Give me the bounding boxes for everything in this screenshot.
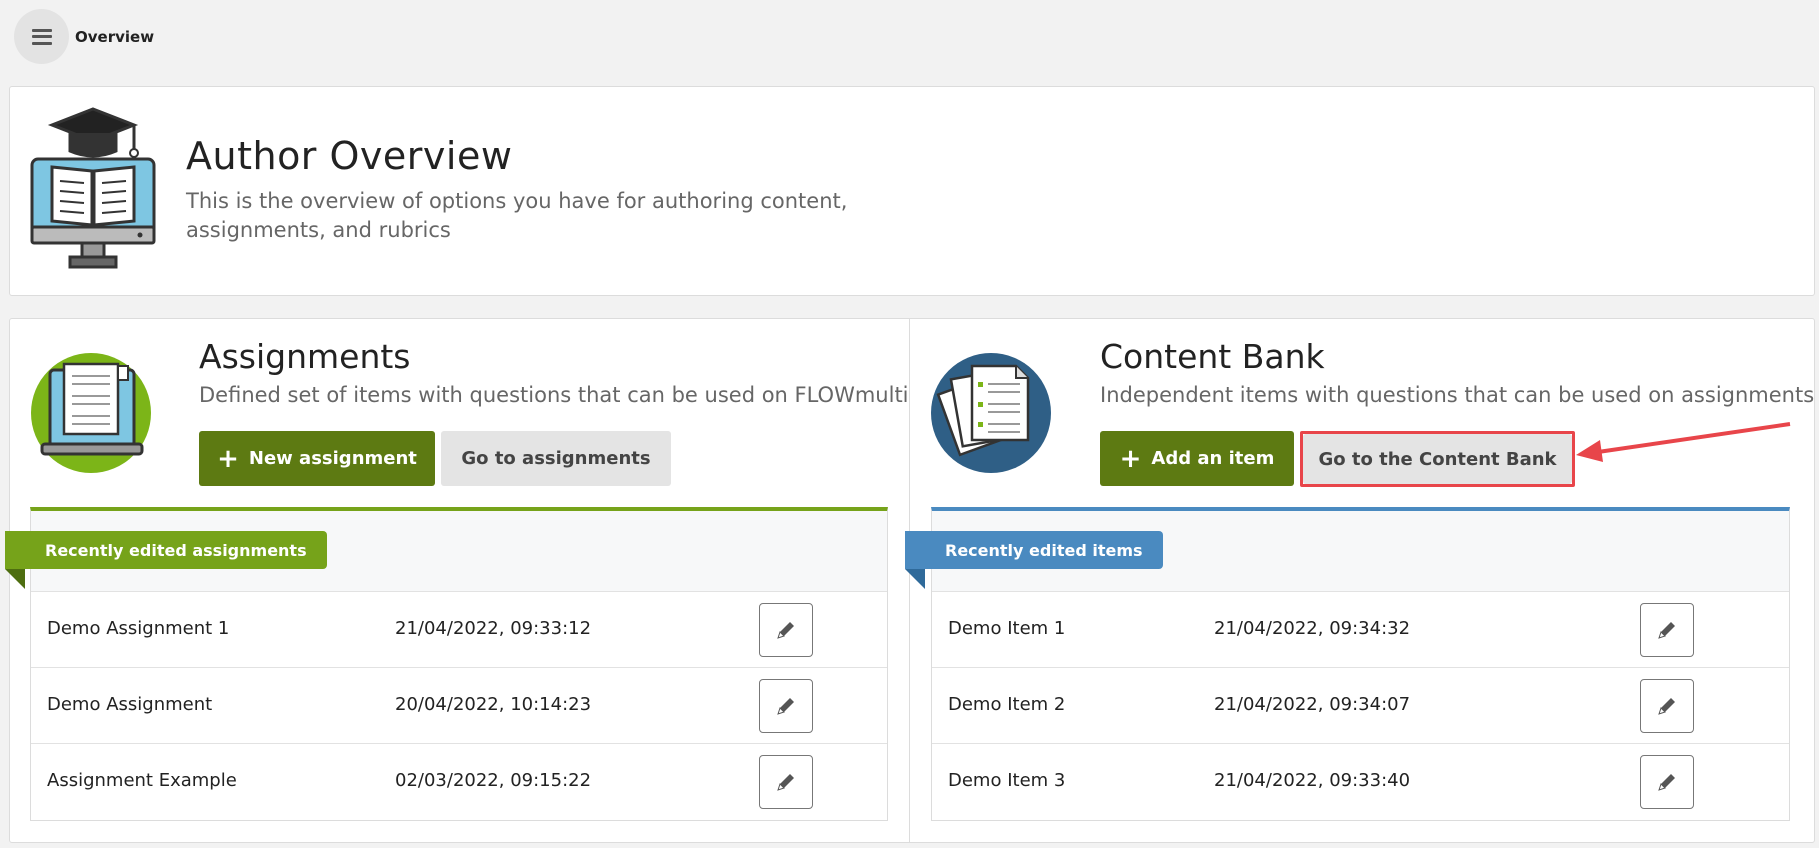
pencil-icon bbox=[1658, 622, 1675, 639]
graduation-monitor-icon bbox=[30, 107, 156, 269]
pencil-icon bbox=[777, 698, 794, 715]
edit-button[interactable] bbox=[1640, 603, 1694, 657]
assignments-title: Assignments bbox=[199, 337, 411, 376]
pencil-icon bbox=[1658, 698, 1675, 715]
edit-button[interactable] bbox=[759, 603, 813, 657]
ribbon-fold bbox=[5, 569, 25, 589]
pencil-icon bbox=[777, 774, 794, 791]
edit-button[interactable] bbox=[759, 679, 813, 733]
edit-button[interactable] bbox=[1640, 679, 1694, 733]
go-to-assignments-button[interactable]: Go to assignments bbox=[441, 431, 671, 486]
page-title: Author Overview bbox=[186, 134, 513, 178]
menu-button[interactable] bbox=[14, 9, 69, 64]
assignments-description: Defined set of items with questions that… bbox=[199, 383, 909, 407]
pencil-icon bbox=[1658, 774, 1675, 791]
page-description: This is the overview of options you have… bbox=[186, 189, 848, 242]
edit-button[interactable] bbox=[759, 755, 813, 809]
new-assignment-button[interactable]: + New assignment bbox=[199, 431, 435, 486]
table-row: Demo Assignment 20/04/2022, 10:14:23 bbox=[31, 668, 887, 744]
ribbon-recent-assignments: Recently edited assignments bbox=[5, 531, 327, 569]
content-bank-description: Independent items with questions that ca… bbox=[1100, 383, 1815, 407]
pencil-icon bbox=[777, 622, 794, 639]
assignment-laptop-icon bbox=[31, 353, 151, 473]
annotation-arrow-icon bbox=[1576, 422, 1791, 462]
table-row: Demo Item 3 21/04/2022, 09:33:40 bbox=[932, 744, 1789, 820]
table-row: Demo Assignment 1 21/04/2022, 09:33:12 bbox=[31, 592, 887, 668]
ribbon-recent-items: Recently edited items bbox=[905, 531, 1163, 569]
table-row: Demo Item 1 21/04/2022, 09:34:32 bbox=[932, 592, 1789, 668]
highlight-box bbox=[1300, 431, 1575, 487]
add-item-button[interactable]: + Add an item bbox=[1100, 431, 1294, 486]
breadcrumb: Overview bbox=[75, 28, 155, 46]
hamburger-icon bbox=[31, 28, 52, 45]
plus-icon: + bbox=[217, 443, 239, 474]
ribbon-fold bbox=[905, 569, 925, 589]
plus-icon: + bbox=[1119, 443, 1142, 474]
edit-button[interactable] bbox=[1640, 755, 1694, 809]
table-row: Demo Item 2 21/04/2022, 09:34:07 bbox=[932, 668, 1789, 744]
content-bank-title: Content Bank bbox=[1100, 337, 1325, 376]
content-bank-documents-icon bbox=[931, 353, 1051, 473]
table-row: Assignment Example 02/03/2022, 09:15:22 bbox=[31, 744, 887, 820]
